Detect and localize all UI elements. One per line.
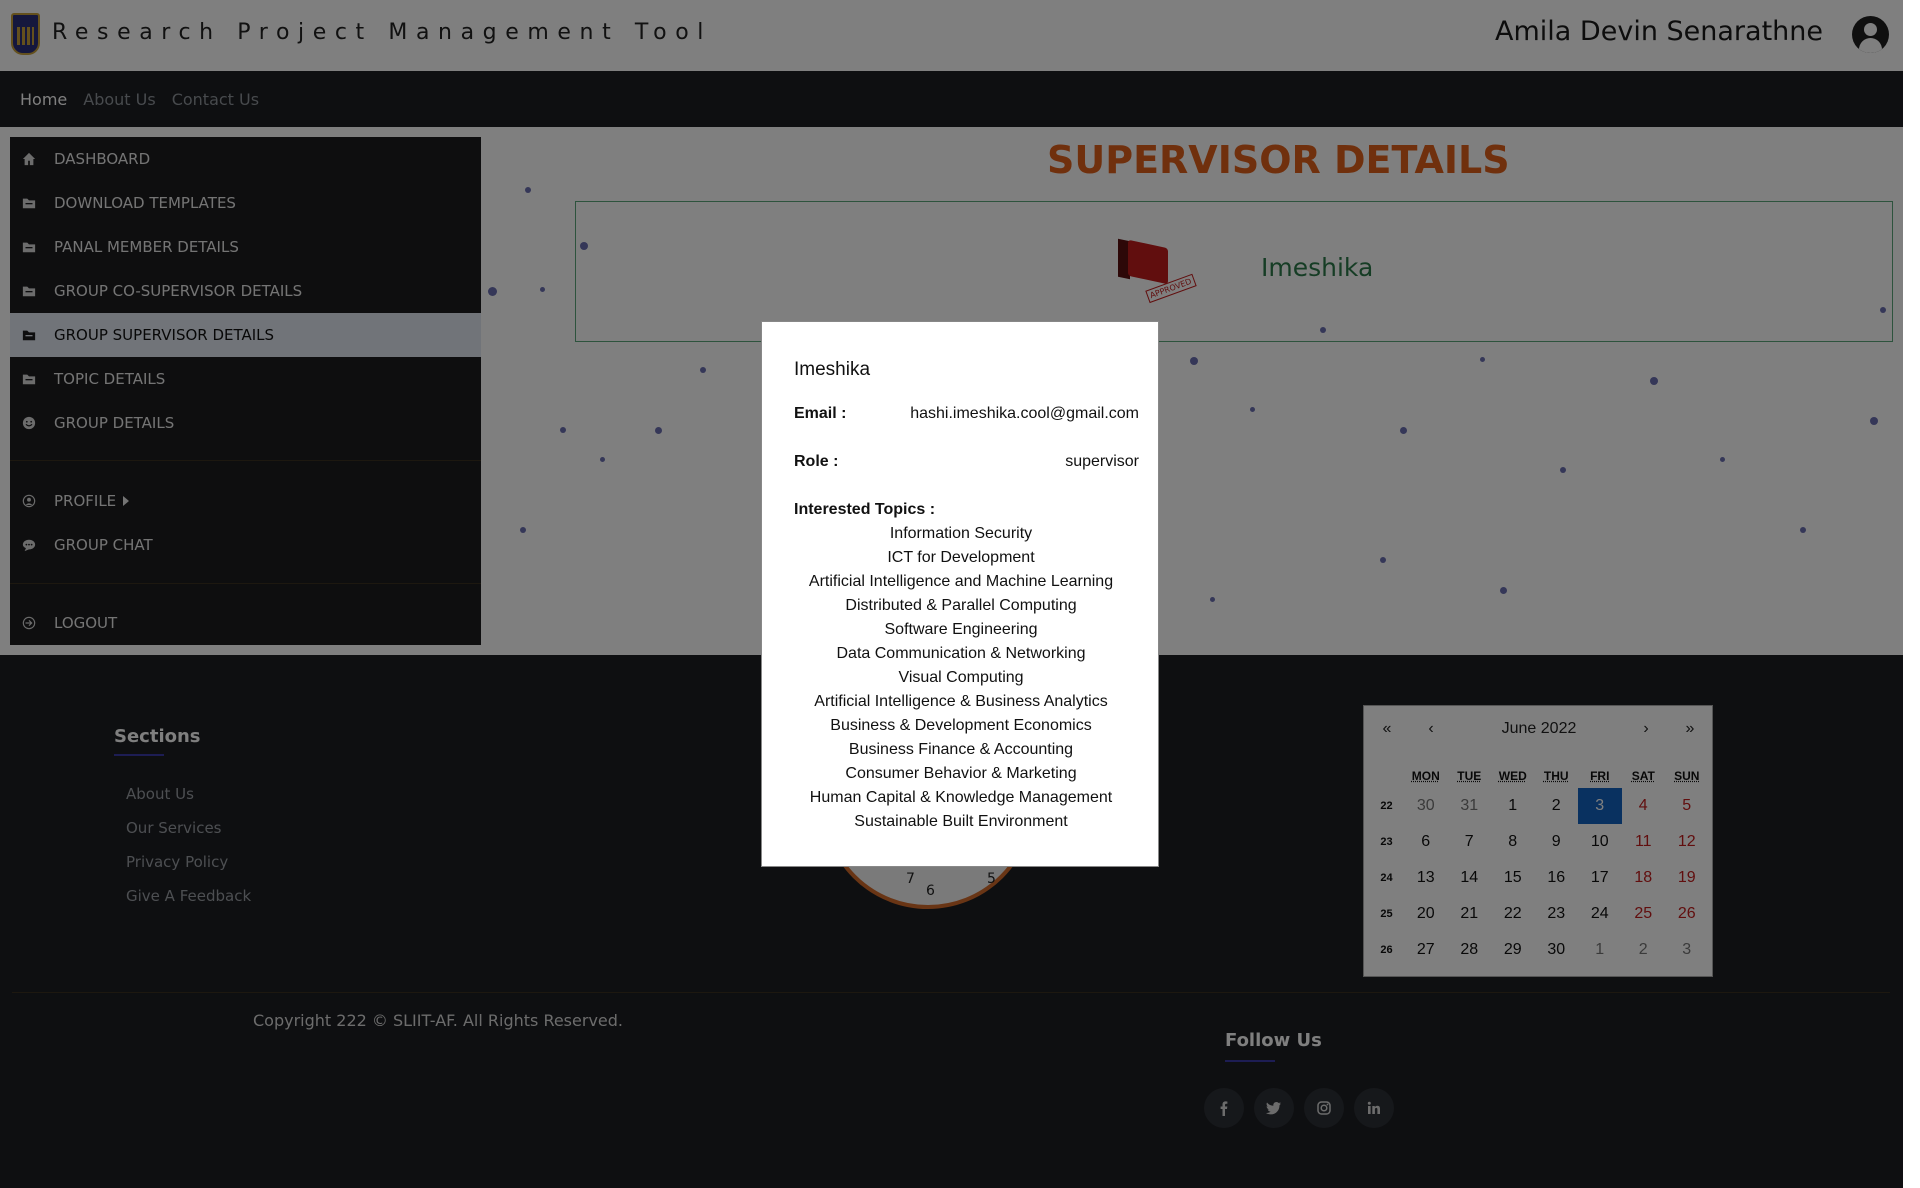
email-value: hashi.imeshika.cool@gmail.com	[910, 405, 1139, 422]
topic-item: Business Finance & Accounting	[848, 741, 1074, 758]
role-label: Role :	[794, 453, 839, 470]
modal-supervisor-name: Imeshika	[794, 359, 871, 380]
topic-item: Visual Computing	[898, 669, 1024, 686]
topic-item: Data Communication & Networking	[836, 645, 1086, 662]
topic-item: Software Engineering	[884, 621, 1038, 638]
topic-item: ICT for Development	[887, 549, 1035, 566]
interested-topics-list: Information Security ICT for Development A…	[762, 522, 1160, 834]
topic-item: Distributed & Parallel Computing	[845, 597, 1077, 614]
topic-item: Sustainable Built Environment	[854, 813, 1068, 830]
topic-item: Artificial Intelligence & Business Analy…	[814, 693, 1108, 710]
topic-item: Business & Development Economics	[830, 717, 1092, 734]
page-scrollbar[interactable]	[1903, 0, 1920, 1188]
email-label: Email :	[794, 405, 847, 422]
topic-item: Human Capital & Knowledge Management	[809, 789, 1113, 806]
topic-item: Consumer Behavior & Marketing	[845, 765, 1077, 782]
topic-item: Artificial Intelligence and Machine Lear…	[808, 573, 1114, 590]
role-value: supervisor	[1065, 453, 1139, 470]
supervisor-detail-modal: Imeshika Email : hashi.imeshika.cool@gma…	[761, 321, 1159, 867]
interested-topics-label: Interested Topics :	[794, 501, 936, 518]
topic-item: Information Security	[889, 525, 1033, 542]
